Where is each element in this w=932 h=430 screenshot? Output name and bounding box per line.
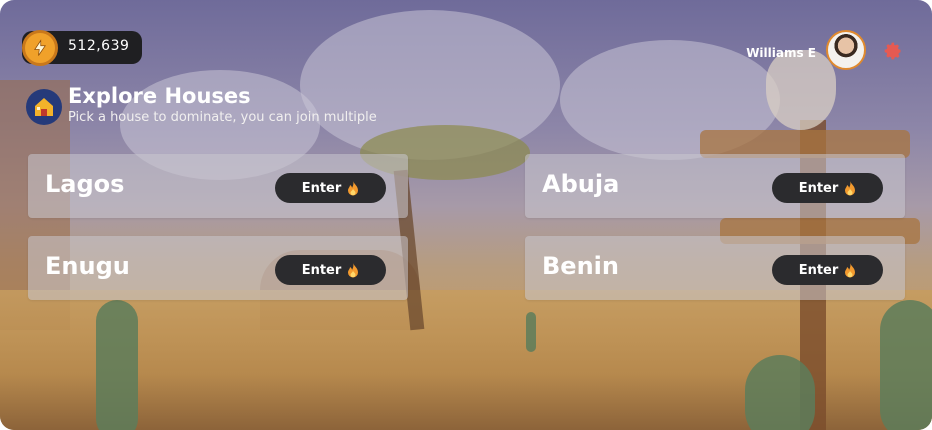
house-name: Abuja (542, 170, 620, 198)
gear-icon[interactable] (883, 41, 903, 61)
enter-button-label: Enter (301, 180, 342, 196)
flame-icon (845, 262, 856, 277)
flame-icon (845, 180, 856, 195)
house-name: Lagos (45, 170, 125, 198)
user-name: Williams E (746, 46, 816, 60)
lightning-coin-icon (22, 30, 58, 66)
enter-lagos-button[interactable]: Enter (275, 173, 386, 203)
house-card-enugu: Enugu Enter (28, 236, 408, 300)
house-card-benin: Benin Enter (525, 236, 905, 300)
coin-balance-value: 512,639 (68, 38, 130, 54)
flame-icon (348, 262, 359, 277)
enter-button-label: Enter (301, 262, 342, 278)
flame-icon (348, 180, 359, 195)
house-card-abuja: Abuja Enter (525, 154, 905, 218)
page-title: Explore Houses (68, 84, 251, 108)
house-card-lagos: Lagos Enter (28, 154, 408, 218)
page-subtitle: Pick a house to dominate, you can join m… (68, 110, 377, 125)
enter-enugu-button[interactable]: Enter (275, 255, 386, 285)
house-name: Enugu (45, 252, 130, 280)
enter-button-label: Enter (798, 180, 839, 196)
enter-benin-button[interactable]: Enter (772, 255, 883, 285)
house-icon (26, 89, 62, 125)
enter-abuja-button[interactable]: Enter (772, 173, 883, 203)
avatar[interactable] (826, 30, 866, 70)
house-name: Benin (542, 252, 619, 280)
enter-button-label: Enter (798, 262, 839, 278)
